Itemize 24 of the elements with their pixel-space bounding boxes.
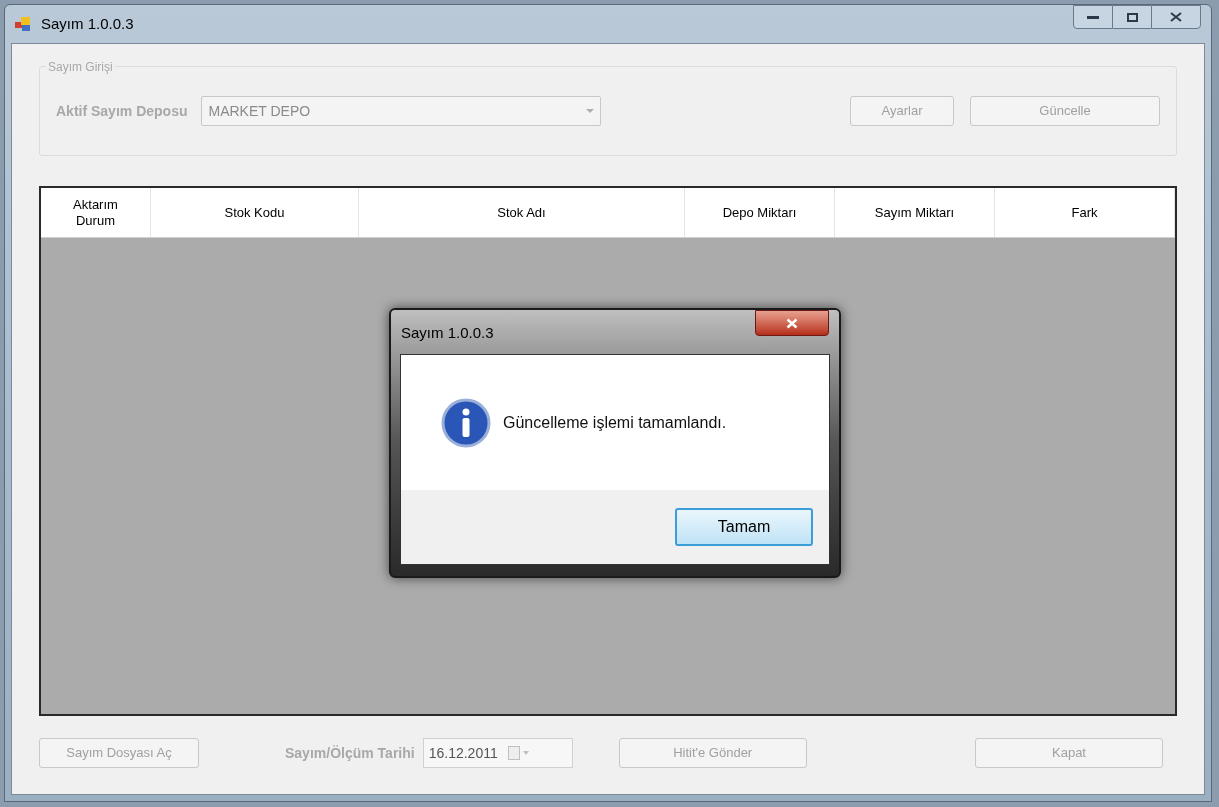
maximize-button[interactable] <box>1113 5 1151 29</box>
minimize-icon <box>1087 15 1099 19</box>
close-icon <box>1170 12 1182 22</box>
dialog-message: Güncelleme işlemi tamamlandı. <box>503 412 727 433</box>
window-title: Sayım 1.0.0.3 <box>41 13 134 34</box>
date-label: Sayım/Ölçüm Tarihi <box>285 743 415 763</box>
app-icon <box>15 16 33 32</box>
depot-label: Aktif Sayım Deposu <box>56 101 188 121</box>
column-header[interactable]: Sayım Miktarı <box>835 188 995 237</box>
maximize-icon <box>1126 12 1138 22</box>
ok-button[interactable]: Tamam <box>675 508 813 546</box>
dialog-close-button[interactable] <box>755 310 829 336</box>
info-icon <box>441 397 491 448</box>
column-header[interactable]: Stok Adı <box>359 188 685 237</box>
column-header[interactable]: Fark <box>995 188 1175 237</box>
column-header[interactable]: Aktarım Durum <box>41 188 151 237</box>
column-header[interactable]: Depo Miktarı <box>685 188 835 237</box>
minimize-button[interactable] <box>1073 5 1113 29</box>
dialog-title: Sayım 1.0.0.3 <box>401 323 494 343</box>
calendar-icon <box>507 746 532 760</box>
column-header[interactable]: Stok Kodu <box>151 188 359 237</box>
close-button[interactable] <box>1151 5 1201 29</box>
close-icon <box>786 317 798 329</box>
dropdown-arrow-icon <box>586 109 595 113</box>
